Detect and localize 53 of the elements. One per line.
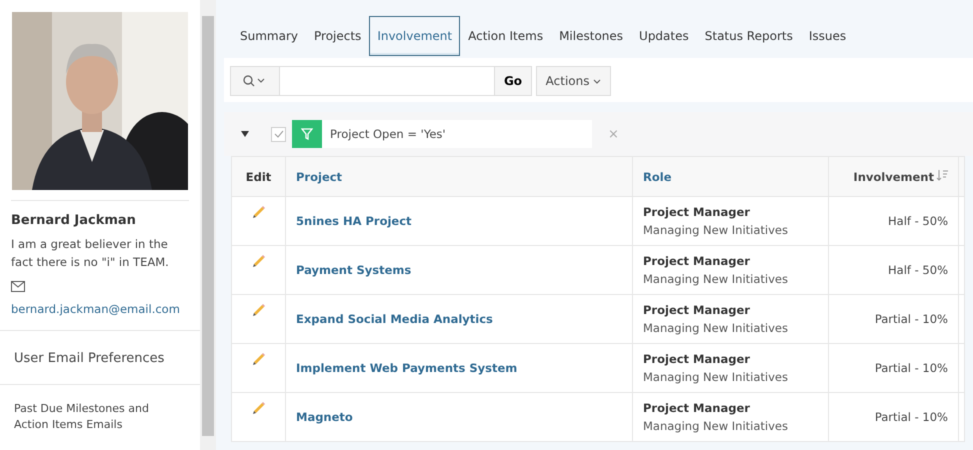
checkmark-icon — [274, 130, 284, 138]
sort-icon[interactable] — [936, 170, 948, 180]
involvement-text: Partial - 10% — [874, 410, 948, 424]
preferences-link[interactable]: Past Due Milestones and Action Items Emails — [0, 385, 200, 433]
project-link[interactable]: Implement Web Payments System — [296, 361, 518, 375]
chevron-down-icon — [593, 79, 602, 85]
tab[interactable]: Updates — [631, 16, 697, 56]
tab[interactable]: Status Reports — [696, 16, 801, 56]
initiative-text: Managing New Initiatives — [643, 370, 789, 384]
tab[interactable]: Action Items — [460, 16, 552, 56]
tab[interactable]: Involvement — [369, 16, 460, 56]
initiative-text: Managing New Initiatives — [643, 272, 789, 286]
involvement-text: Half - 50% — [888, 214, 948, 228]
involvement-text: Partial - 10% — [874, 312, 948, 326]
project-link[interactable]: 5nines HA Project — [296, 214, 412, 228]
initiative-text: Managing New Initiatives — [643, 321, 789, 335]
tab[interactable]: Summary — [232, 16, 306, 56]
pencil-icon[interactable] — [250, 204, 266, 220]
column-header[interactable]: Involvement — [828, 156, 958, 196]
tab[interactable]: Issues — [800, 16, 854, 56]
initiative-text: Managing New Initiatives — [643, 223, 789, 237]
project-link[interactable]: Payment Systems — [296, 263, 412, 277]
scrollbar[interactable] — [200, 0, 216, 450]
column-header[interactable]: Role — [632, 156, 828, 196]
email-link[interactable]: bernard.jackman@email.com — [11, 302, 180, 316]
role-text: Project Manager — [643, 401, 751, 415]
role-text: Project Manager — [643, 303, 751, 317]
filter-checkbox[interactable] — [271, 126, 286, 142]
column-header[interactable]: Edit — [232, 156, 286, 196]
initiative-text: Managing New Initiatives — [643, 419, 789, 433]
tab[interactable]: Milestones — [551, 16, 632, 56]
collapse-icon[interactable] — [241, 131, 249, 137]
user-bio: I am a great believer in the fact there is no "i" in TEAM. — [11, 236, 170, 271]
tab[interactable]: Projects — [306, 16, 370, 56]
role-text: Project Manager — [643, 352, 751, 366]
role-text: Project Manager — [643, 254, 751, 268]
pencil-icon[interactable] — [250, 400, 266, 416]
pencil-icon[interactable] — [250, 253, 266, 269]
role-text: Project Manager — [643, 205, 751, 219]
column-header[interactable]: Project — [286, 156, 632, 196]
project-link[interactable]: Magneto — [296, 410, 353, 424]
go-button[interactable]: Go — [494, 67, 531, 95]
user-name: Bernard Jackman — [11, 213, 136, 228]
search-icon[interactable] — [231, 67, 280, 95]
pencil-icon[interactable] — [250, 351, 266, 367]
preferences-link[interactable]: User Email Preferences — [0, 331, 200, 384]
involvement-text: Partial - 10% — [874, 361, 948, 375]
pencil-icon[interactable] — [250, 302, 266, 318]
actions-button[interactable]: Actions — [536, 66, 611, 96]
involvement-text: Half - 50% — [888, 263, 948, 277]
project-link[interactable]: Expand Social Media Analytics — [296, 312, 493, 326]
envelope-icon — [11, 281, 25, 292]
search-field[interactable]: Go — [230, 66, 532, 96]
